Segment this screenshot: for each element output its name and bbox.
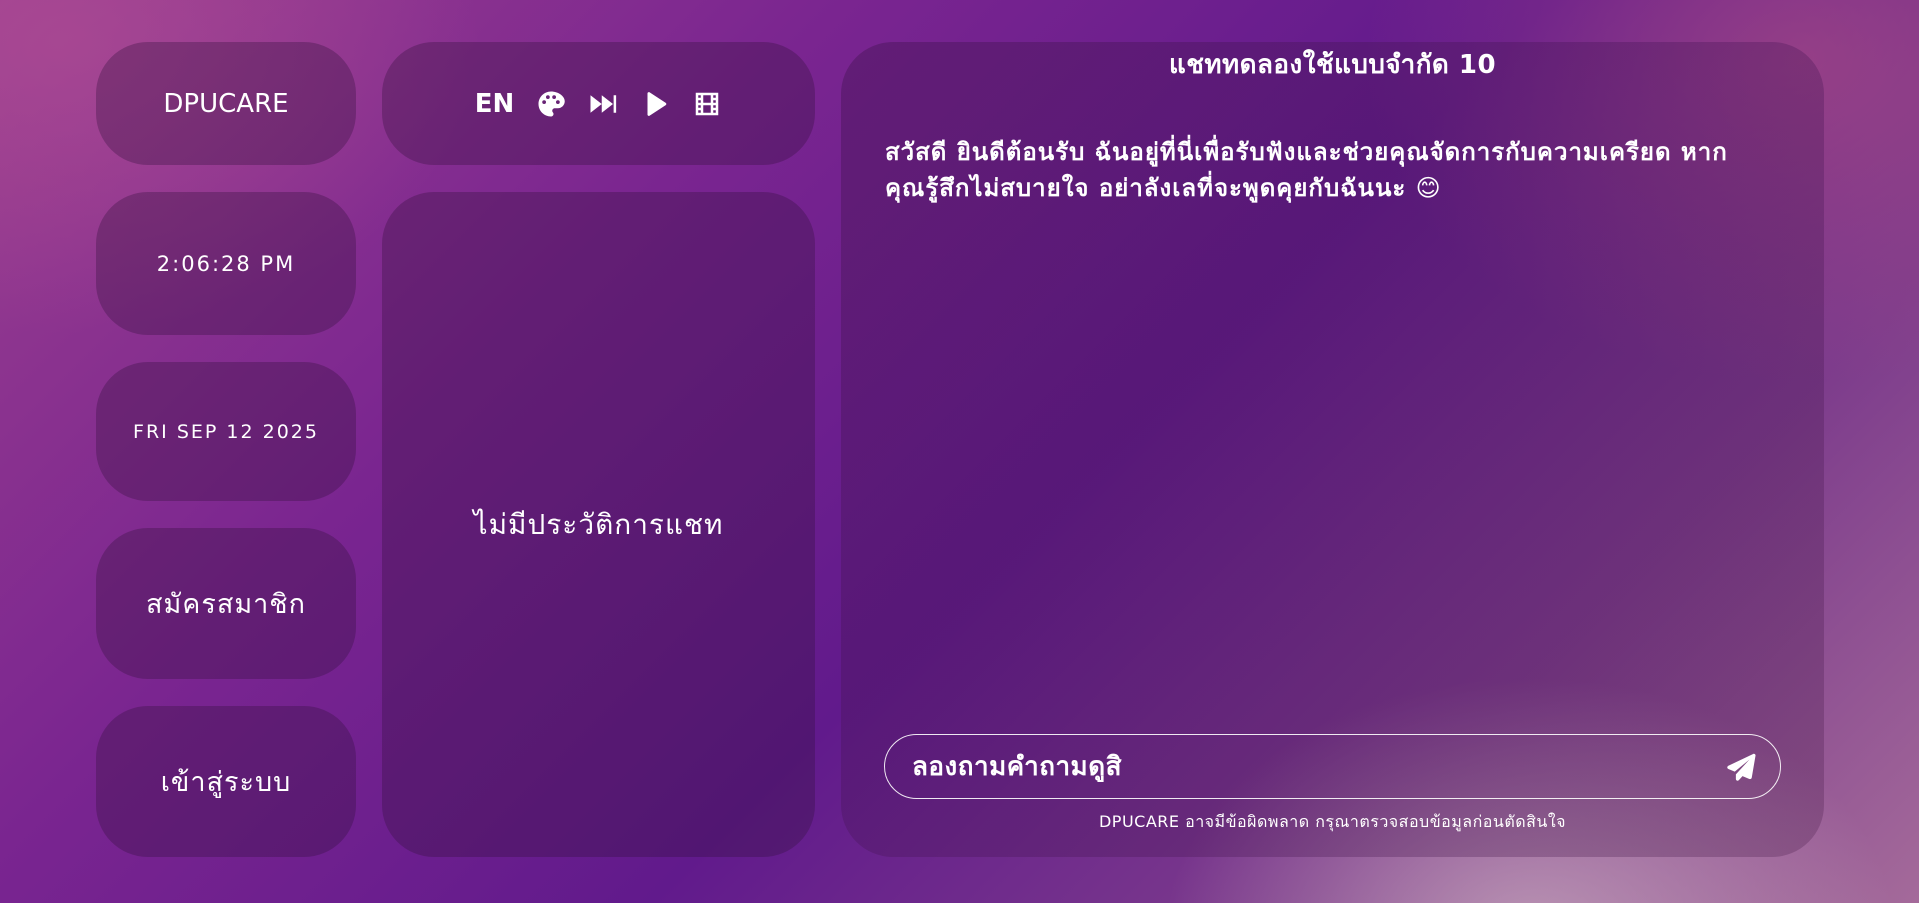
signup-label: สมัครสมาชิก <box>146 589 306 620</box>
palette-icon[interactable] <box>536 89 566 119</box>
login-button[interactable]: เข้าสู่ระบบ <box>96 706 356 857</box>
history-empty-text: ไม่มีประวัติการแชท <box>473 507 724 541</box>
play-icon[interactable] <box>640 89 670 119</box>
brand-name: DPUCARE <box>163 88 289 119</box>
chat-history-panel: ไม่มีประวัติการแชท <box>382 192 815 857</box>
chat-title: แชททดลองใช้แบบจำกัด 10 <box>1168 50 1497 80</box>
chat-input-box <box>884 734 1781 799</box>
toolbar: EN <box>382 42 815 165</box>
fast-forward-icon[interactable] <box>588 89 618 119</box>
bot-message: สวัสดี ยินดีต้อนรับ ฉันอยู่ที่นี่เพื่อรั… <box>885 138 1728 202</box>
clock-time: 2:06:28 PM <box>156 251 296 276</box>
chat-panel: แชททดลองใช้แบบจำกัด 10 สวัสดี ยินดีต้อนร… <box>841 42 1824 857</box>
send-icon <box>1727 753 1756 781</box>
clock-card: 2:06:28 PM <box>96 192 356 335</box>
film-icon[interactable] <box>692 89 722 119</box>
date-text: FRI SEP 12 2025 <box>133 420 319 443</box>
language-toggle-button[interactable]: EN <box>475 89 515 119</box>
login-label: เข้าสู่ระบบ <box>160 767 292 798</box>
brand-card[interactable]: DPUCARE <box>96 42 356 165</box>
date-card: FRI SEP 12 2025 <box>96 362 356 501</box>
send-button[interactable] <box>1724 749 1760 785</box>
chat-input[interactable] <box>912 751 1724 782</box>
signup-button[interactable]: สมัครสมาชิก <box>96 528 356 679</box>
disclaimer-text: DPUCARE อาจมีข้อผิดพลาด กรุณาตรวจสอบข้อม… <box>1098 812 1567 831</box>
